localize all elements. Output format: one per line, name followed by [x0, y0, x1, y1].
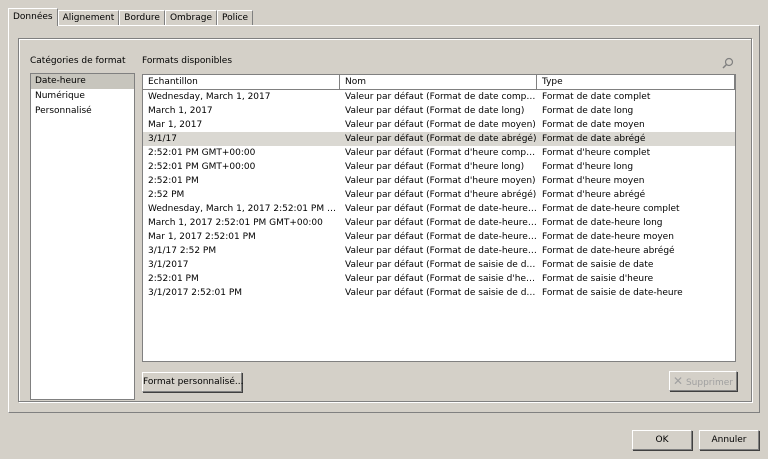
cell-sample: Mar 1, 2017: [148, 120, 203, 130]
cell-sample: 2:52 PM: [148, 190, 185, 200]
search-icon[interactable]: [722, 57, 734, 69]
table-body: Wednesday, March 1, 2017 Valeur par défau…: [143, 90, 735, 300]
cell-type: Format de date-heure abrégé: [542, 246, 675, 256]
cell-type: Format de date complet: [542, 92, 651, 102]
cell-sample: 3/1/17: [148, 134, 177, 144]
category-item-numerique[interactable]: Numérique: [31, 89, 134, 104]
ok-button[interactable]: OK: [632, 430, 692, 450]
table-row[interactable]: Wednesday, March 1, 2017 2:52:01 PM GMT.…: [143, 202, 735, 216]
delete-button[interactable]: ✕ Supprimer: [669, 371, 737, 391]
table-row[interactable]: 3/1/17 2:52 PM Valeur par défaut (Format …: [143, 244, 735, 258]
cell-name: Valeur par défaut (Format d'heure moyen): [345, 176, 536, 186]
cell-type: Format de date-heure long: [542, 218, 663, 228]
cancel-button[interactable]: Annuler: [699, 430, 759, 450]
cell-name: Valeur par défaut (Format d'heure long): [345, 162, 525, 172]
table-row[interactable]: 2:52:01 PM Valeur par défaut (Format de s…: [143, 272, 735, 286]
cell-name: Valeur par défaut (Format de date-heure …: [345, 204, 537, 214]
table-row[interactable]: 3/1/2017 Valeur par défaut (Format de sai…: [143, 258, 735, 272]
category-item-date-heure[interactable]: Date-heure: [31, 74, 134, 89]
cell-name: Valeur par défaut (Format de date comple…: [345, 92, 537, 102]
table-row[interactable]: March 1, 2017 Valeur par défaut (Format d…: [143, 104, 735, 118]
cell-name: Valeur par défaut (Format de saisie de d…: [345, 288, 537, 298]
cell-name: Valeur par défaut (Format de saisie de d…: [345, 260, 537, 270]
tab-donnees[interactable]: Données: [8, 8, 58, 26]
cell-type: Format de date abrégé: [542, 134, 646, 144]
cell-type: Format de date-heure complet: [542, 204, 680, 214]
cell-sample: 2:52:01 PM GMT+00:00: [148, 162, 256, 172]
cell-type: Format d'heure long: [542, 162, 634, 172]
table-row[interactable]: 2:52 PM Valeur par défaut (Format d'heure…: [143, 188, 735, 202]
cell-type: Format de date-heure moyen: [542, 232, 674, 242]
delete-label: Supprimer: [685, 378, 733, 388]
table-row[interactable]: Mar 1, 2017 Valeur par défaut (Format de …: [143, 118, 735, 132]
column-header-nom[interactable]: Nom: [340, 75, 537, 89]
categories-label: Catégories de format: [30, 56, 126, 66]
table-row[interactable]: 3/1/2017 2:52:01 PM Valeur par défaut (Fo…: [143, 286, 735, 300]
cell-sample: 3/1/2017 2:52:01 PM: [148, 288, 243, 298]
cell-name: Valeur par défaut (Format de date moyen): [345, 120, 536, 130]
cell-sample: 2:52:01 PM GMT+00:00: [148, 148, 256, 158]
table-row[interactable]: 2:52:01 PM Valeur par défaut (Format d'he…: [143, 174, 735, 188]
category-list[interactable]: Date-heure Numérique Personnalisé: [30, 73, 135, 400]
cell-type: Format d'heure moyen: [542, 176, 645, 186]
formats-label: Formats disponibles: [142, 56, 233, 66]
table-row[interactable]: 2:52:01 PM GMT+00:00 Valeur par défaut (F…: [143, 160, 735, 174]
table-header: Echantillon Nom Type: [143, 75, 735, 90]
cell-type: Format de saisie d'heure: [542, 274, 654, 284]
column-header-type[interactable]: Type: [537, 75, 735, 89]
cell-name: Valeur par défaut (Format de date-heure …: [345, 232, 537, 242]
cell-name: Valeur par défaut (Format de date-heure …: [345, 218, 537, 228]
cell-sample: 3/1/17 2:52 PM: [148, 246, 217, 256]
cell-type: Format d'heure complet: [542, 148, 651, 158]
cell-type: Format de date moyen: [542, 120, 645, 130]
cell-name: Valeur par défaut (Format de date long): [345, 106, 525, 116]
cell-sample: March 1, 2017 2:52:01 PM GMT+00:00: [148, 218, 323, 228]
x-icon: ✕: [673, 374, 684, 388]
table-row[interactable]: Wednesday, March 1, 2017 Valeur par défau…: [143, 90, 735, 104]
table-row[interactable]: March 1, 2017 2:52:01 PM GMT+00:00 Valeur…: [143, 216, 735, 230]
cell-name: Valeur par défaut (Format d'heure abrégé…: [345, 190, 537, 200]
cell-sample: 3/1/2017: [148, 260, 189, 270]
category-item-personnalise[interactable]: Personnalisé: [31, 104, 134, 119]
cell-sample: March 1, 2017: [148, 106, 213, 116]
cell-type: Format de saisie de date: [542, 260, 654, 270]
table-row[interactable]: 3/1/17 Valeur par défaut (Format de date …: [143, 132, 735, 146]
cell-name: Valeur par défaut (Format d'heure comple…: [345, 148, 537, 158]
tab-ombrage[interactable]: Ombrage: [164, 10, 217, 26]
cell-name: Valeur par défaut (Format de date abrégé…: [345, 134, 537, 144]
column-header-echantillon[interactable]: Echantillon: [143, 75, 340, 89]
cell-sample: 2:52:01 PM: [148, 274, 199, 284]
cell-name: Valeur par défaut (Format de date-heure …: [345, 246, 537, 256]
custom-format-button[interactable]: Format personnalisé...: [142, 372, 243, 392]
tab-alignement[interactable]: Alignement: [57, 10, 120, 26]
cell-sample: Mar 1, 2017 2:52:01 PM: [148, 232, 256, 242]
table-row[interactable]: 2:52:01 PM GMT+00:00 Valeur par défaut (F…: [143, 146, 735, 160]
tab-police[interactable]: Police: [216, 10, 254, 26]
tab-strip: Données Alignement Bordure Ombrage Polic…: [8, 8, 254, 26]
formats-table[interactable]: Echantillon Nom Type Wednesday, March 1,…: [142, 74, 736, 362]
table-row[interactable]: Mar 1, 2017 2:52:01 PM Valeur par défaut …: [143, 230, 735, 244]
cell-sample: Wednesday, March 1, 2017 2:52:01 PM GMT.…: [148, 204, 340, 214]
cell-type: Format d'heure abrégé: [542, 190, 646, 200]
cell-type: Format de saisie de date-heure: [542, 288, 683, 298]
tab-bordure[interactable]: Bordure: [119, 10, 165, 26]
cell-name: Valeur par défaut (Format de saisie d'he…: [345, 274, 537, 284]
cell-sample: Wednesday, March 1, 2017: [148, 92, 271, 102]
cell-sample: 2:52:01 PM: [148, 176, 199, 186]
cell-type: Format de date long: [542, 106, 634, 116]
